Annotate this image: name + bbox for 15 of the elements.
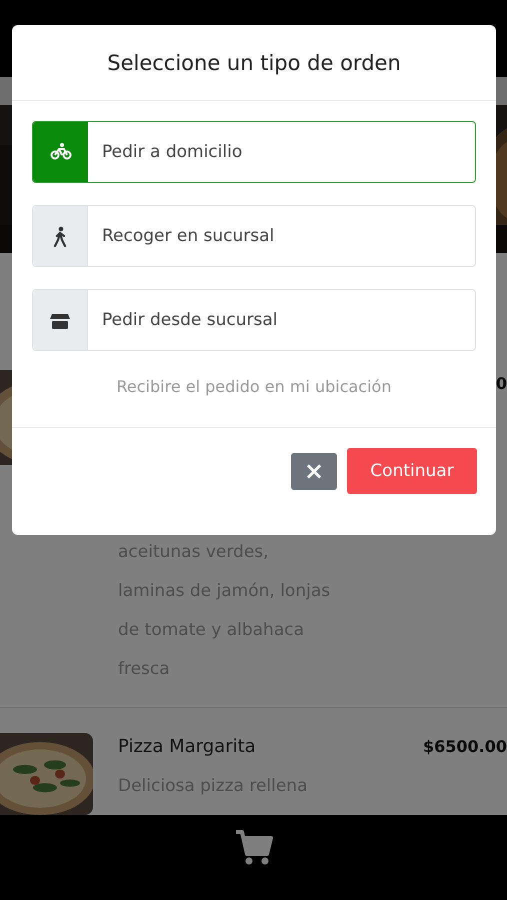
hint-text: Recibire el pedido en mi ubicación bbox=[116, 377, 392, 396]
item-price: 0 bbox=[496, 373, 507, 395]
bicycle-icon bbox=[50, 142, 72, 162]
dialog-title: Seleccione un tipo de orden bbox=[107, 50, 401, 74]
order-type-option[interactable]: Pedir desde sucursal bbox=[32, 289, 476, 351]
order-type-option[interactable]: Recoger en sucursal bbox=[32, 205, 476, 267]
item-title: Pizza Margarita bbox=[118, 735, 257, 759]
option-label: Pedir desde sucursal bbox=[101, 309, 278, 332]
continue-button[interactable]: Continuar bbox=[347, 448, 477, 494]
option-label: Recoger en sucursal bbox=[101, 225, 274, 248]
cart-icon[interactable] bbox=[234, 829, 274, 867]
option-label: Pedir a domicilio bbox=[101, 141, 242, 164]
order-type-option[interactable]: Pedir a domicilio bbox=[32, 121, 476, 183]
close-button[interactable]: × bbox=[291, 453, 337, 490]
item-price: $6500.00 bbox=[422, 736, 507, 758]
